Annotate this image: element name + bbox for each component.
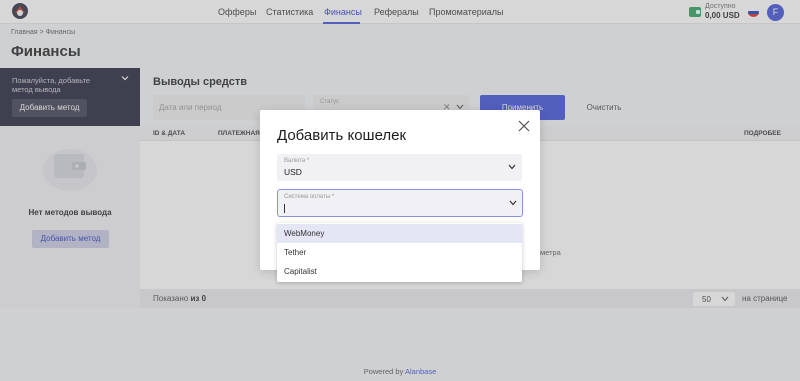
option-label: Tether xyxy=(284,248,307,257)
option-label: WebMoney xyxy=(284,229,325,238)
option-capitalist[interactable]: Capitalist xyxy=(277,262,522,281)
text-cursor xyxy=(284,204,285,213)
chevron-down-icon xyxy=(509,200,517,206)
payment-system-dropdown: WebMoney Tether Capitalist xyxy=(277,223,522,282)
currency-select[interactable]: Валюта * USD xyxy=(277,154,522,181)
currency-label: Валюта * xyxy=(284,158,310,164)
modal-title: Добавить кошелек xyxy=(277,127,407,144)
option-label: Capitalist xyxy=(284,267,317,276)
chevron-down-icon xyxy=(508,164,516,170)
payment-system-label: Система оплаты * xyxy=(284,194,335,200)
option-tether[interactable]: Tether xyxy=(277,243,522,262)
payment-system-select[interactable]: Система оплаты * xyxy=(277,189,523,217)
option-webmoney[interactable]: WebMoney xyxy=(277,224,522,243)
currency-value: USD xyxy=(284,167,302,177)
close-icon[interactable] xyxy=(518,120,530,132)
